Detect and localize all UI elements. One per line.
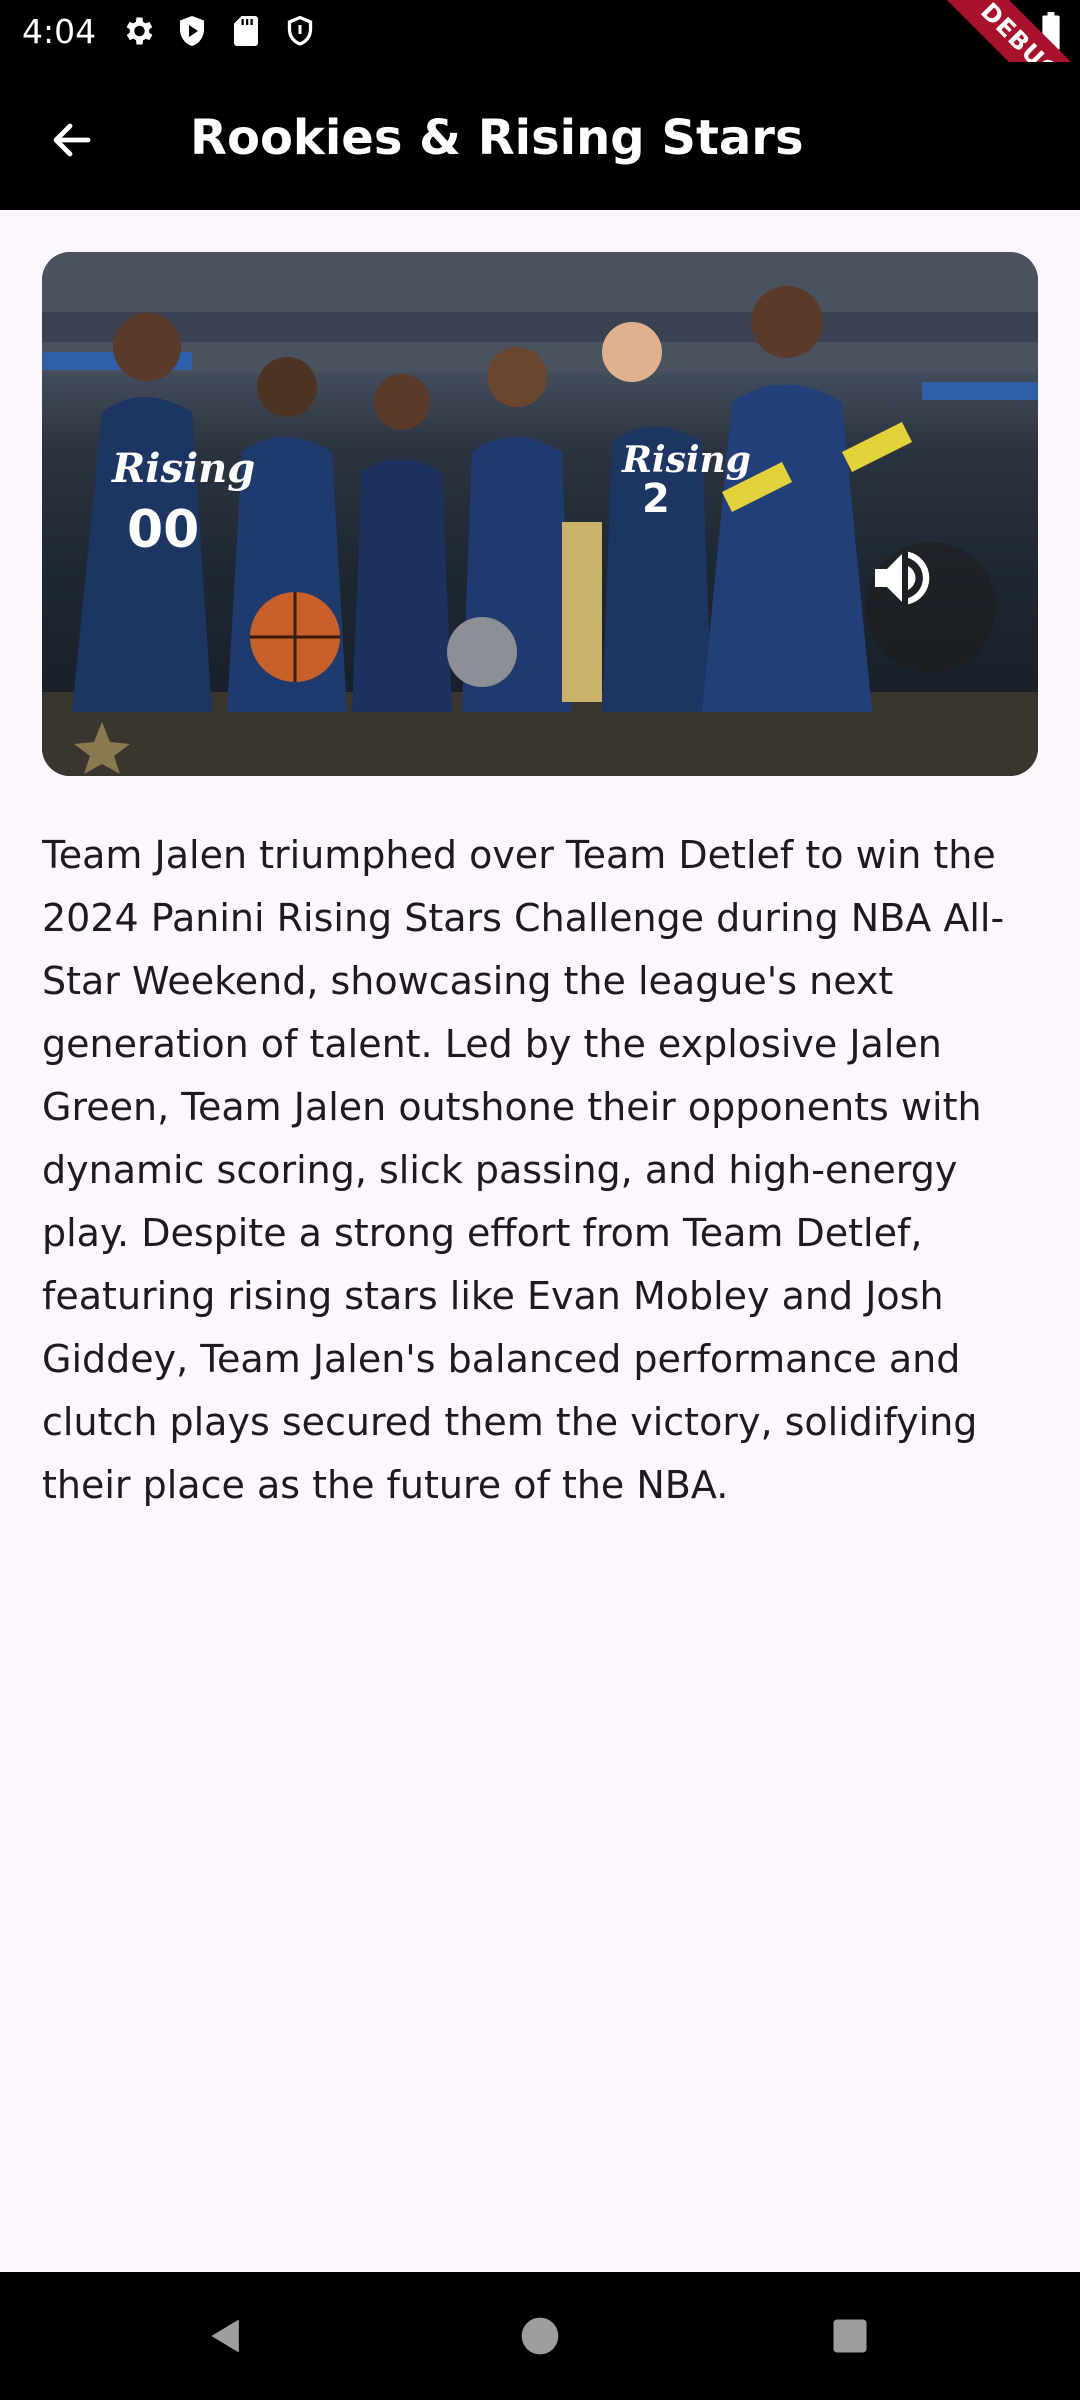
nav-back-button[interactable]: [196, 2306, 256, 2366]
page-title: Rookies & Rising Stars: [190, 110, 804, 166]
nav-recents-button[interactable]: [820, 2306, 880, 2366]
status-time: 4:04: [22, 12, 97, 51]
arrow-back-icon: [53, 123, 91, 157]
nav-back-icon: [211, 2319, 239, 2353]
nav-home-icon: [521, 2317, 559, 2355]
status-bar: 4:04 DEBUG: [0, 0, 1080, 150]
status-icons-left: [120, 13, 318, 49]
article-body: Team Jalen triumphed over Team Detlef to…: [42, 833, 1005, 1507]
jersey-number-00: 00: [127, 500, 199, 560]
back-button[interactable]: [30, 98, 114, 182]
shield-icon: [282, 13, 318, 49]
jersey-text-rising-1: Rising: [111, 445, 255, 492]
jersey-text-rising-2: Rising: [621, 439, 751, 481]
volume-up-icon: [875, 551, 930, 605]
nav-recents-icon: [833, 2319, 867, 2353]
hero-image: Rising 00 Rising 2: [42, 252, 1038, 776]
gear-icon: [120, 13, 156, 49]
app-bar: Rookies & Rising Stars: [0, 62, 1080, 210]
play-protect-icon: [174, 13, 210, 49]
jersey-number-2: 2: [642, 476, 670, 522]
system-nav-bar: [0, 2272, 1080, 2400]
sd-card-icon: [228, 13, 264, 49]
nav-home-button[interactable]: [510, 2306, 570, 2366]
team-photo: Rising 00 Rising 2: [42, 252, 1038, 776]
sound-toggle-button[interactable]: [866, 542, 996, 672]
